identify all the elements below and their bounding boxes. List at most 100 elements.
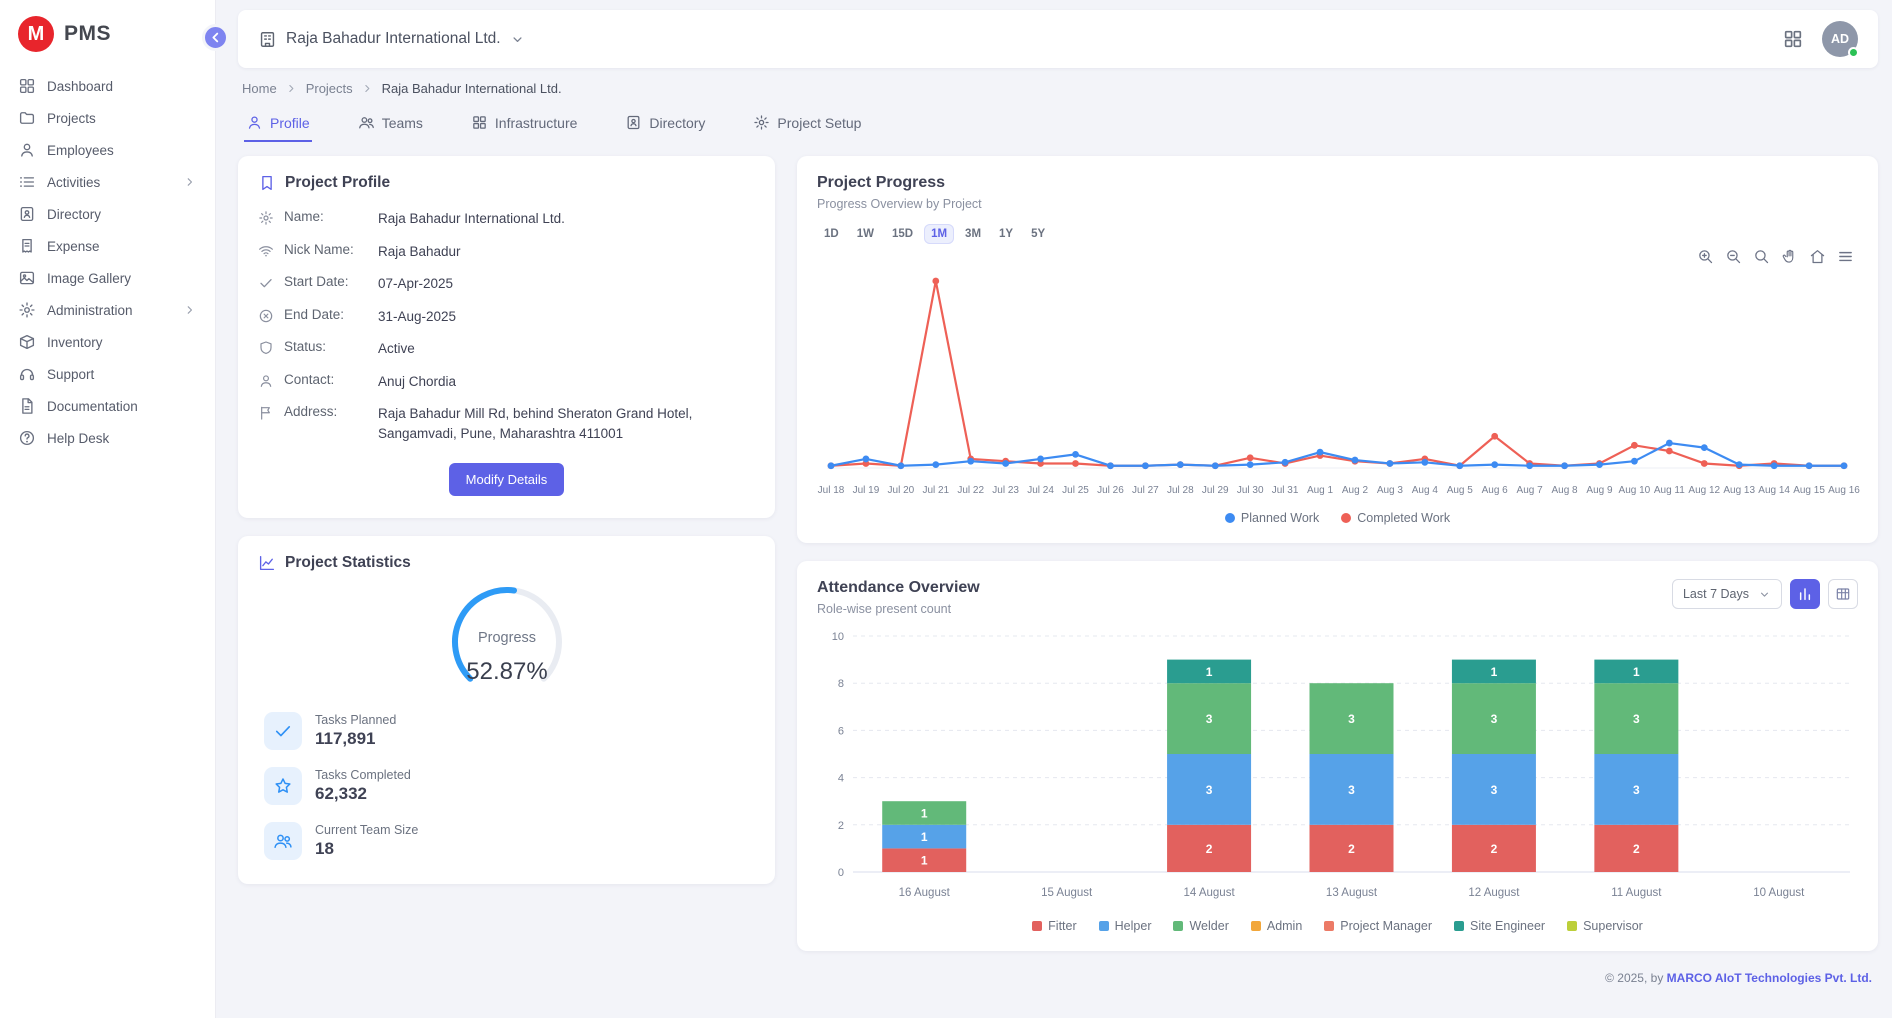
sidebar-item-label: Projects <box>47 111 96 126</box>
svg-text:Jul 26: Jul 26 <box>1097 485 1124 496</box>
svg-text:Aug 4: Aug 4 <box>1412 485 1439 496</box>
tab-bar: Profile Teams Infrastructure Directory Proje… <box>238 105 1878 142</box>
sidebar-item-image-gallery[interactable]: Image Gallery <box>10 262 205 294</box>
sidebar-item-projects[interactable]: Projects <box>10 102 205 134</box>
logo[interactable]: M PMS <box>0 0 215 64</box>
company-selector[interactable]: Raja Bahadur International Ltd. <box>258 30 525 49</box>
tab-infrastructure[interactable]: Infrastructure <box>469 107 579 142</box>
svg-text:Jul 25: Jul 25 <box>1062 485 1089 496</box>
legend-label: Fitter <box>1048 919 1076 933</box>
svg-text:1: 1 <box>921 807 928 821</box>
chevron-right-icon <box>285 82 298 95</box>
legend-item-planned-work[interactable]: Planned Work <box>1225 511 1319 525</box>
project-progress-card: Project Progress Progress Overview by Pr… <box>797 156 1878 543</box>
svg-text:1: 1 <box>1491 665 1498 679</box>
sidebar-item-documentation[interactable]: Documentation <box>10 390 205 422</box>
svg-text:Jul 23: Jul 23 <box>992 485 1019 496</box>
project-profile-title: Project Profile <box>258 174 755 192</box>
zoom-in-button[interactable] <box>1697 248 1714 265</box>
field-label: Contact: <box>284 372 368 387</box>
stat-text: Current Team Size18 <box>315 823 418 859</box>
legend-item-supervisor[interactable]: Supervisor <box>1567 919 1643 933</box>
receipt-icon <box>18 237 36 255</box>
legend-item-project-manager[interactable]: Project Manager <box>1324 919 1432 933</box>
project-statistics-title: Project Statistics <box>258 554 755 572</box>
svg-text:12 August: 12 August <box>1468 887 1520 899</box>
legend-item-completed-work[interactable]: Completed Work <box>1341 511 1450 525</box>
sidebar-item-inventory[interactable]: Inventory <box>10 326 205 358</box>
user-icon <box>258 373 274 389</box>
legend-marker <box>1567 921 1577 931</box>
selection-zoom-button[interactable] <box>1753 248 1770 265</box>
chevron-right-icon <box>361 82 374 95</box>
stat-current-team-size: Current Team Size18 <box>264 822 749 860</box>
sidebar-item-administration[interactable]: Administration <box>10 294 205 326</box>
home-button[interactable] <box>1809 248 1826 265</box>
folder-icon <box>18 109 36 127</box>
avatar[interactable]: AD <box>1822 21 1858 57</box>
avatar-initials: AD <box>1831 32 1849 46</box>
attendance-filter-select[interactable]: Last 7 Days <box>1672 579 1782 609</box>
sidebar-item-employees[interactable]: Employees <box>10 134 205 166</box>
breadcrumb-item-home[interactable]: Home <box>242 81 277 96</box>
svg-text:Aug 5: Aug 5 <box>1447 485 1474 496</box>
zoom-out-button[interactable] <box>1725 248 1742 265</box>
attendance-subtitle: Role-wise present count <box>817 602 980 616</box>
legend-item-helper[interactable]: Helper <box>1099 919 1152 933</box>
sidebar-item-label: Directory <box>47 207 101 222</box>
bar-view-button[interactable] <box>1790 579 1820 609</box>
field-label: End Date: <box>284 307 368 322</box>
range-1m-button[interactable]: 1M <box>924 224 954 244</box>
svg-text:16 August: 16 August <box>899 887 951 899</box>
sidebar-item-help-desk[interactable]: Help Desk <box>10 422 205 454</box>
tab-directory[interactable]: Directory <box>623 107 707 142</box>
topbar: Raja Bahadur International Ltd. AD <box>238 10 1878 68</box>
sidebar-item-activities[interactable]: Activities <box>10 166 205 198</box>
sidebar-item-expense[interactable]: Expense <box>10 230 205 262</box>
tab-profile[interactable]: Profile <box>244 107 312 142</box>
svg-text:11 August: 11 August <box>1611 887 1662 899</box>
svg-text:3: 3 <box>1491 712 1498 726</box>
svg-text:Aug 2: Aug 2 <box>1342 485 1369 496</box>
apps-grid-icon[interactable] <box>1782 28 1804 50</box>
range-3m-button[interactable]: 3M <box>958 224 988 244</box>
legend-item-fitter[interactable]: Fitter <box>1032 919 1076 933</box>
chevron-right-icon <box>183 303 197 317</box>
sidebar-item-directory[interactable]: Directory <box>10 198 205 230</box>
profile-field-name: Name:Raja Bahadur International Ltd. <box>258 209 755 229</box>
star-icon <box>264 767 302 805</box>
range-5y-button[interactable]: 5Y <box>1024 224 1052 244</box>
menu-button[interactable] <box>1837 248 1854 265</box>
breadcrumb-item-projects[interactable]: Projects <box>306 81 353 96</box>
app-root: M PMS Dashboard Projects EmployeesActiviti… <box>0 0 1892 1018</box>
range-15d-button[interactable]: 15D <box>885 224 920 244</box>
legend-item-admin[interactable]: Admin <box>1251 919 1302 933</box>
legend-item-site-engineer[interactable]: Site Engineer <box>1454 919 1545 933</box>
modify-details-button[interactable]: Modify Details <box>449 463 565 496</box>
tab-project-setup[interactable]: Project Setup <box>751 107 863 142</box>
svg-text:3: 3 <box>1348 712 1355 726</box>
legend-label: Completed Work <box>1357 511 1450 525</box>
breadcrumb: HomeProjectsRaja Bahadur International L… <box>238 68 1878 105</box>
range-1d-button[interactable]: 1D <box>817 224 846 244</box>
legend-item-welder[interactable]: Welder <box>1173 919 1228 933</box>
project-progress-subtitle: Progress Overview by Project <box>817 197 1858 211</box>
svg-text:Aug 12: Aug 12 <box>1688 485 1720 496</box>
legend-marker <box>1454 921 1464 931</box>
users-icon <box>358 114 375 131</box>
sidebar-item-label: Support <box>47 367 94 382</box>
range-1y-button[interactable]: 1Y <box>992 224 1020 244</box>
tab-label: Teams <box>382 115 423 131</box>
stat-label: Tasks Completed <box>315 768 411 782</box>
svg-text:1: 1 <box>921 830 928 844</box>
sidebar-item-dashboard[interactable]: Dashboard <box>10 70 205 102</box>
table-view-button[interactable] <box>1828 579 1858 609</box>
svg-text:13 August: 13 August <box>1326 887 1378 899</box>
svg-text:8: 8 <box>838 678 844 690</box>
tab-teams[interactable]: Teams <box>356 107 425 142</box>
sidebar-collapse-button[interactable] <box>202 24 229 51</box>
pan-button[interactable] <box>1781 248 1798 265</box>
footer-company-link[interactable]: MARCO AIoT Technologies Pvt. Ltd. <box>1667 971 1872 985</box>
range-1w-button[interactable]: 1W <box>850 224 881 244</box>
sidebar-item-support[interactable]: Support <box>10 358 205 390</box>
